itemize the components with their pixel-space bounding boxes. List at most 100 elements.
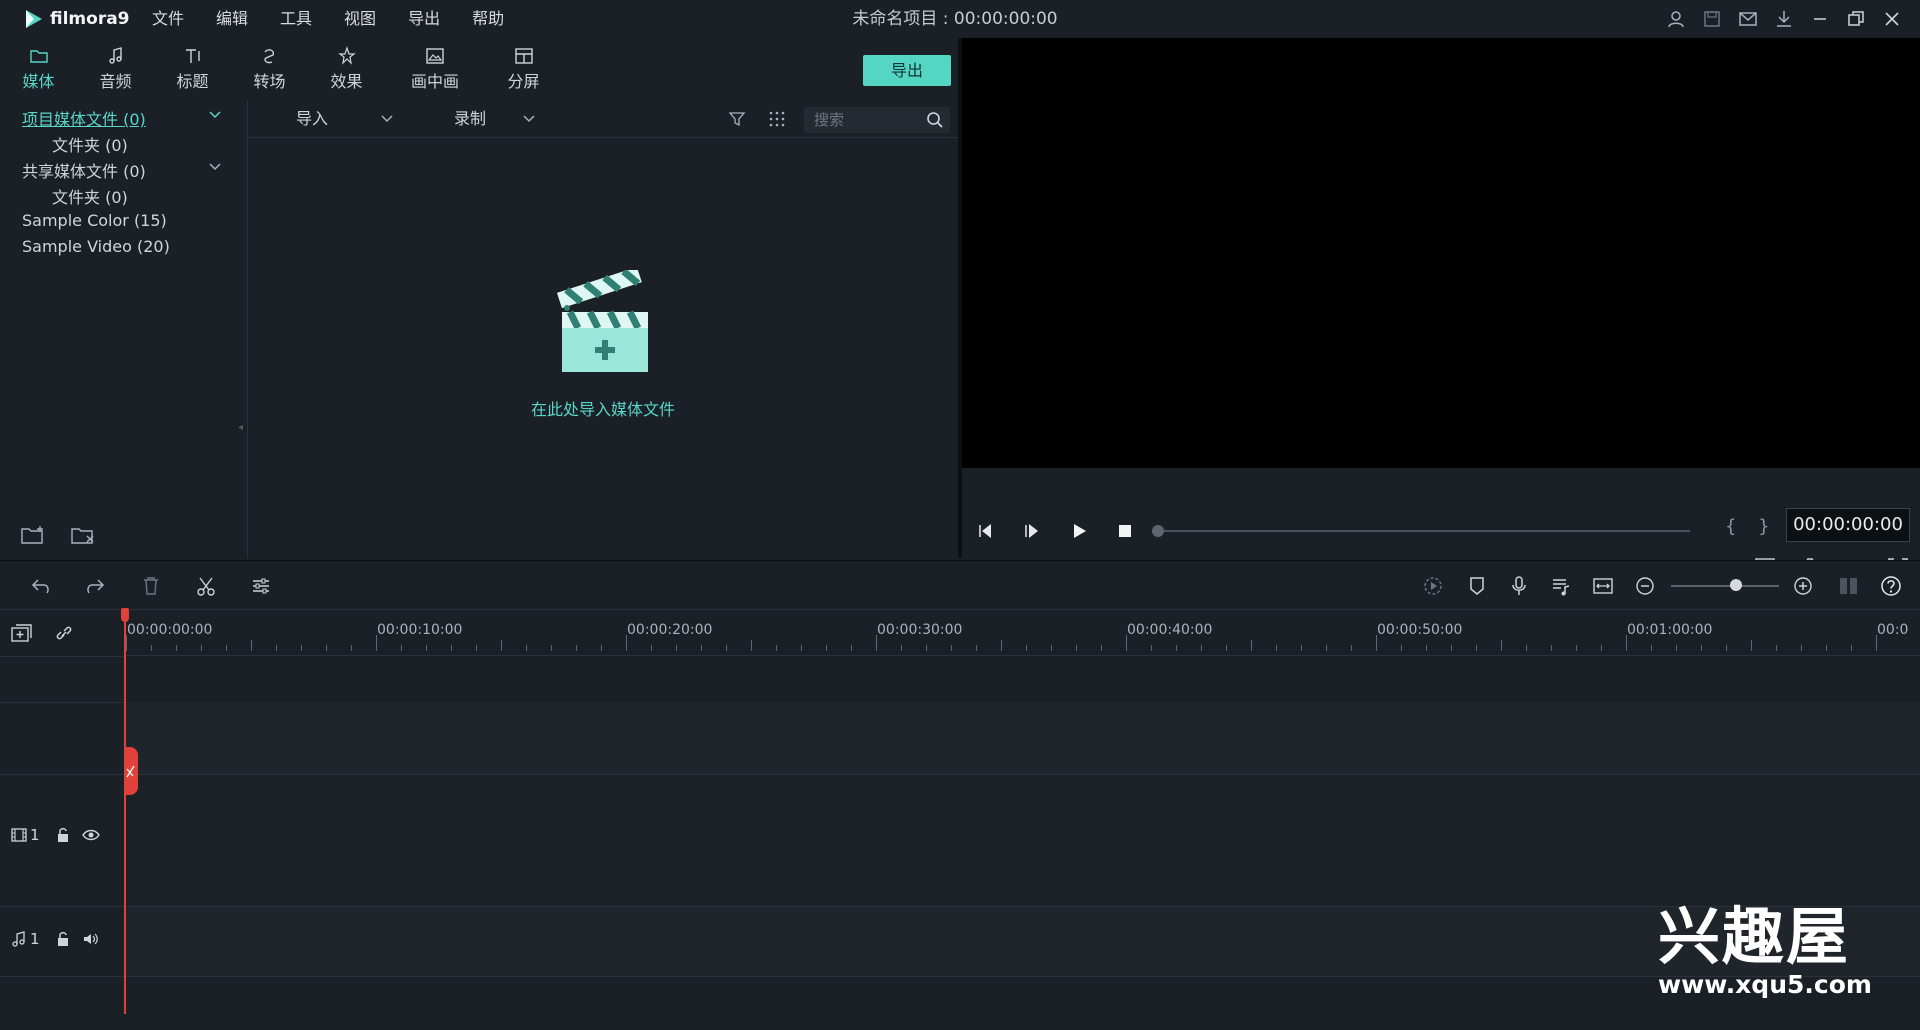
filter-icon[interactable] [728,110,746,128]
minimize-icon[interactable] [1810,9,1830,29]
library-item-shared-folder[interactable]: 文件夹 (0) [52,184,128,208]
tab-audio[interactable]: 音频 [77,38,154,100]
help-icon[interactable] [1880,575,1902,597]
search-icon[interactable] [926,111,944,129]
link-icon[interactable] [52,622,76,644]
timeline-area[interactable]: 00:00:00:00 00:00:10:00 00:00:20:00 00:0… [124,610,1920,1030]
ruler-tick [1201,645,1202,651]
search-input[interactable] [804,107,914,133]
zoom-in-icon[interactable] [1792,575,1814,597]
grid-view-icon[interactable] [768,110,786,128]
undo-icon[interactable] [30,575,52,597]
ruler-tick [1076,645,1077,651]
tab-effects[interactable]: 效果 [308,38,385,100]
playback-progress-bar[interactable] [1158,530,1690,532]
previous-frame-icon[interactable] [976,520,998,542]
library-item-project-folder[interactable]: 文件夹 (0) [52,132,128,156]
clapperboard-add-icon[interactable] [554,270,650,380]
ruler-tick [1501,640,1502,651]
mark-in-out-buttons[interactable]: { } [1725,516,1778,537]
layout-columns-icon[interactable] [1838,575,1860,597]
fit-timeline-icon[interactable] [1592,575,1614,597]
zoom-slider[interactable] [1671,585,1779,587]
ruler-label: 00:00:00:00 [127,622,213,638]
collapse-panel-icon[interactable]: ◂ [238,422,246,434]
ruler-tick [1226,645,1227,651]
ruler-tick [826,645,827,651]
delete-folder-icon[interactable] [70,524,96,546]
next-frame-icon[interactable] [1022,520,1044,542]
render-preview-icon[interactable] [1422,575,1444,597]
video-track-lane[interactable] [124,774,1920,906]
playhead-scissor-handle[interactable] [124,747,138,795]
picture-in-picture-icon [426,48,444,64]
ruler-label: 00:00:30:00 [877,622,963,638]
export-button[interactable]: 导出 [863,55,951,86]
empty-track-lane [124,976,1920,1030]
chevron-down-icon[interactable] [208,108,222,122]
delete-icon[interactable] [140,575,162,597]
lock-icon[interactable] [54,826,72,844]
library-item-project-media[interactable]: 项目媒体文件 (0) [22,106,146,130]
overlay-track-lane[interactable] [124,702,1920,774]
add-track-icon[interactable] [10,622,34,644]
tab-label: 媒体 [22,72,55,91]
library-item-sample-color[interactable]: Sample Color (15) [22,211,167,230]
tab-media[interactable]: 媒体 [0,38,77,100]
mail-icon[interactable] [1738,9,1758,29]
tab-pip[interactable]: 画中画 [385,38,485,100]
chevron-down-icon[interactable] [208,160,222,174]
zoom-out-icon[interactable] [1634,575,1656,597]
chevron-down-icon[interactable] [522,112,536,126]
ruler-tick [1751,640,1752,651]
audio-track-number: 1 [30,930,40,948]
stop-icon[interactable] [1114,520,1136,542]
ruler-tick [1851,645,1852,651]
download-icon[interactable] [1774,9,1794,29]
import-media-prompt[interactable]: 在此处导入媒体文件 [248,396,958,420]
ruler-tick [901,645,902,651]
chevron-down-icon[interactable] [380,112,394,126]
restore-icon[interactable] [1846,9,1866,29]
audio-track-lane[interactable] [124,906,1920,976]
ruler-tick [1476,645,1477,651]
record-dropdown[interactable]: 录制 [454,100,486,138]
playback-progress-handle[interactable] [1152,525,1164,537]
project-title: 未命名项目 : 00:00:00:00 [852,9,1058,29]
redo-icon[interactable] [84,575,106,597]
ruler-tick [876,635,877,651]
import-dropdown[interactable]: 导入 [296,100,328,138]
playhead-marker[interactable] [121,608,129,622]
speaker-icon[interactable] [82,930,100,948]
zoom-slider-handle[interactable] [1730,579,1742,591]
music-note-icon [12,931,25,947]
new-folder-icon[interactable] [20,524,46,546]
tab-titles[interactable]: 标题 [154,38,231,100]
preview-panel: { } 00:00:00:00 [962,38,1920,576]
ruler-tick [1376,635,1377,651]
close-icon[interactable] [1882,9,1902,29]
timeline-ruler[interactable]: 00:00:00:00 00:00:10:00 00:00:20:00 00:0… [124,610,1920,656]
ruler-tick [926,645,927,651]
save-icon[interactable] [1702,9,1722,29]
playhead-line[interactable] [124,610,126,1014]
adjust-settings-icon[interactable] [250,575,272,597]
play-icon[interactable] [1068,520,1090,542]
tab-split-screen[interactable]: 分屏 [485,38,562,100]
marker-icon[interactable] [1466,575,1488,597]
tab-transitions[interactable]: 转场 [231,38,308,100]
ruler-tick [1726,645,1727,651]
microphone-icon[interactable] [1508,575,1530,597]
library-item-sample-video[interactable]: Sample Video (20) [22,237,170,256]
ruler-tick [401,645,402,651]
ruler-tick [151,645,152,651]
user-icon[interactable] [1666,9,1686,29]
ruler-tick [1676,645,1677,651]
media-browser: 导入 录制 在此处导入媒体文件 [248,100,958,558]
lock-icon[interactable] [54,930,72,948]
audio-mixer-icon[interactable] [1550,575,1572,597]
cut-scissors-icon[interactable] [195,575,217,597]
tab-label: 转场 [253,72,286,91]
eye-icon[interactable] [81,826,100,844]
library-item-shared-media[interactable]: 共享媒体文件 (0) [22,158,146,182]
